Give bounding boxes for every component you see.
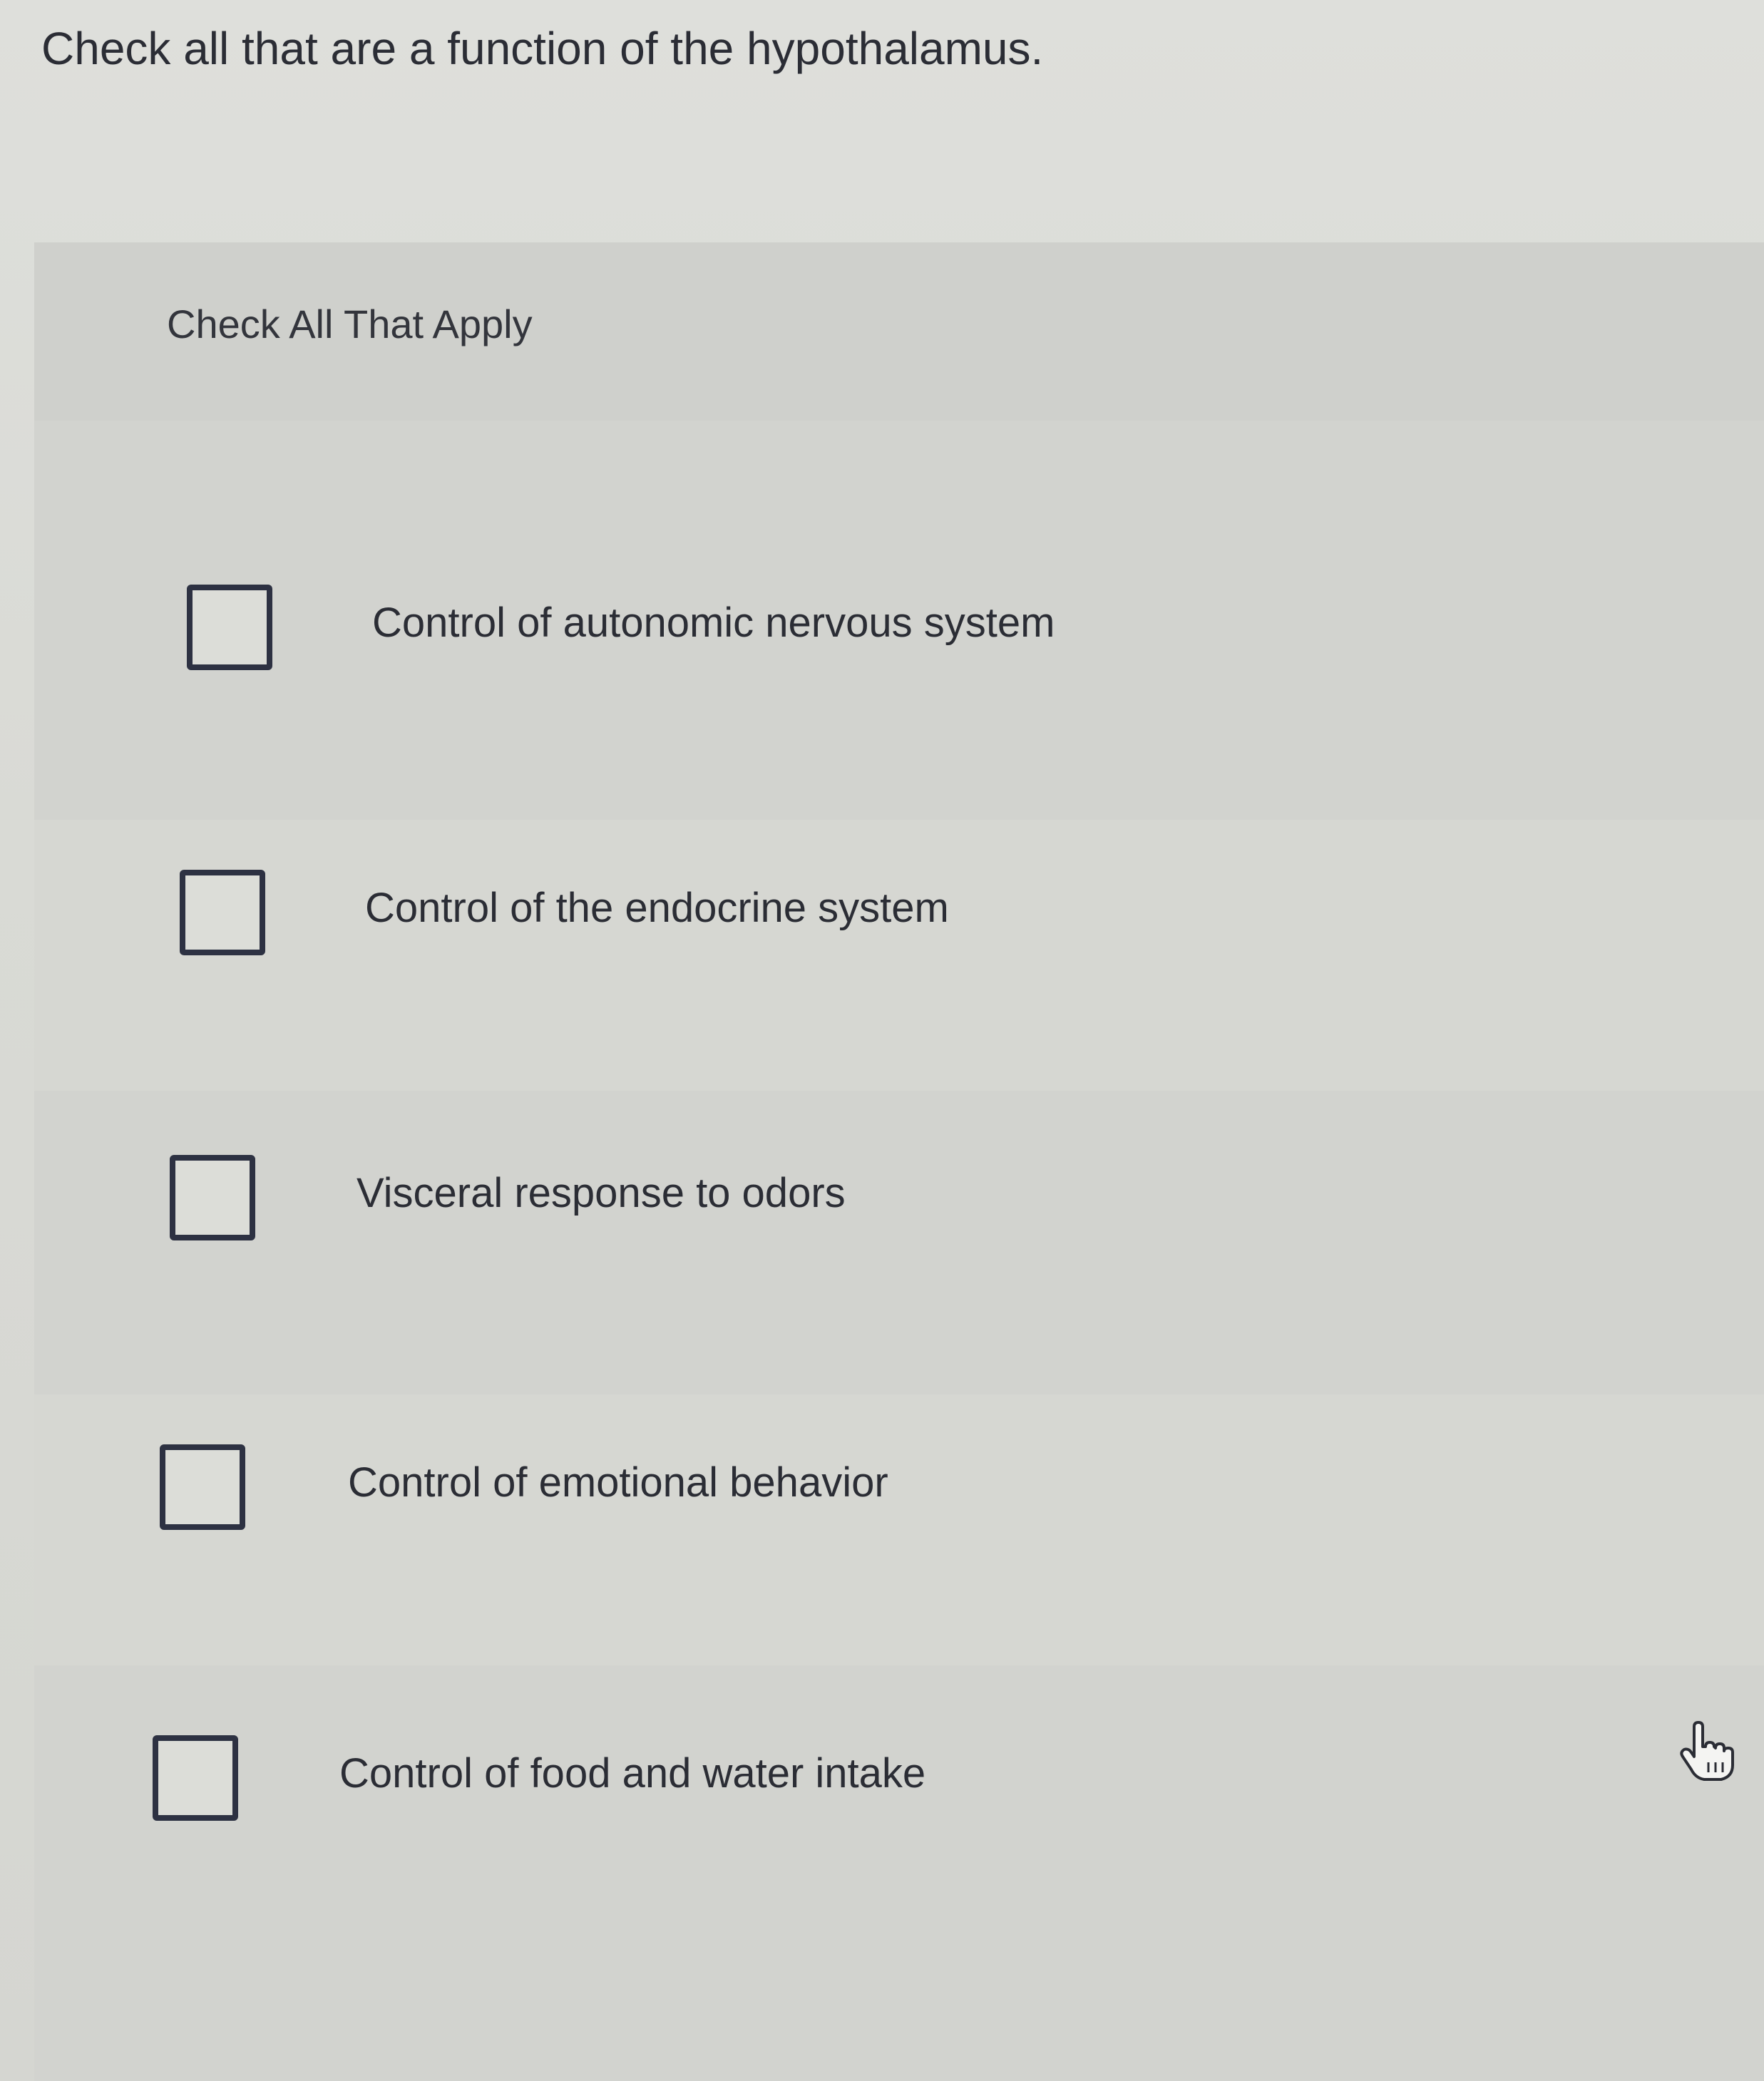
checkbox[interactable]	[170, 1155, 255, 1240]
option-emotional-behavior[interactable]: Control of emotional behavior	[34, 1394, 1764, 1665]
checkbox[interactable]	[187, 585, 272, 670]
checkbox[interactable]	[153, 1735, 238, 1821]
checkbox[interactable]	[160, 1444, 245, 1530]
option-food-water-intake[interactable]: Control of food and water intake	[34, 1685, 1764, 1956]
checkbox[interactable]	[180, 870, 265, 955]
option-label: Control of food and water intake	[339, 1750, 926, 1797]
option-label: Visceral response to odors	[357, 1170, 846, 1216]
option-endocrine-system[interactable]: Control of the endocrine system	[34, 820, 1764, 1091]
page: Check all that are a function of the hyp…	[0, 0, 1764, 2081]
answer-panel: Check All That Apply Control of autonomi…	[34, 242, 1764, 2081]
check-all-that-apply-label: Check All That Apply	[167, 302, 533, 346]
option-label: Control of the endocrine system	[365, 885, 949, 931]
option-autonomic-nervous-system[interactable]: Control of autonomic nervous system	[34, 535, 1764, 806]
hand-pointer-icon	[1680, 1721, 1734, 1781]
question-text: Check all that are a function of the hyp…	[41, 23, 1044, 74]
panel-header: Check All That Apply	[34, 242, 1764, 421]
option-visceral-response-odors[interactable]: Visceral response to odors	[34, 1105, 1764, 1376]
option-label: Control of autonomic nervous system	[372, 600, 1055, 646]
option-label: Control of emotional behavior	[348, 1459, 888, 1506]
